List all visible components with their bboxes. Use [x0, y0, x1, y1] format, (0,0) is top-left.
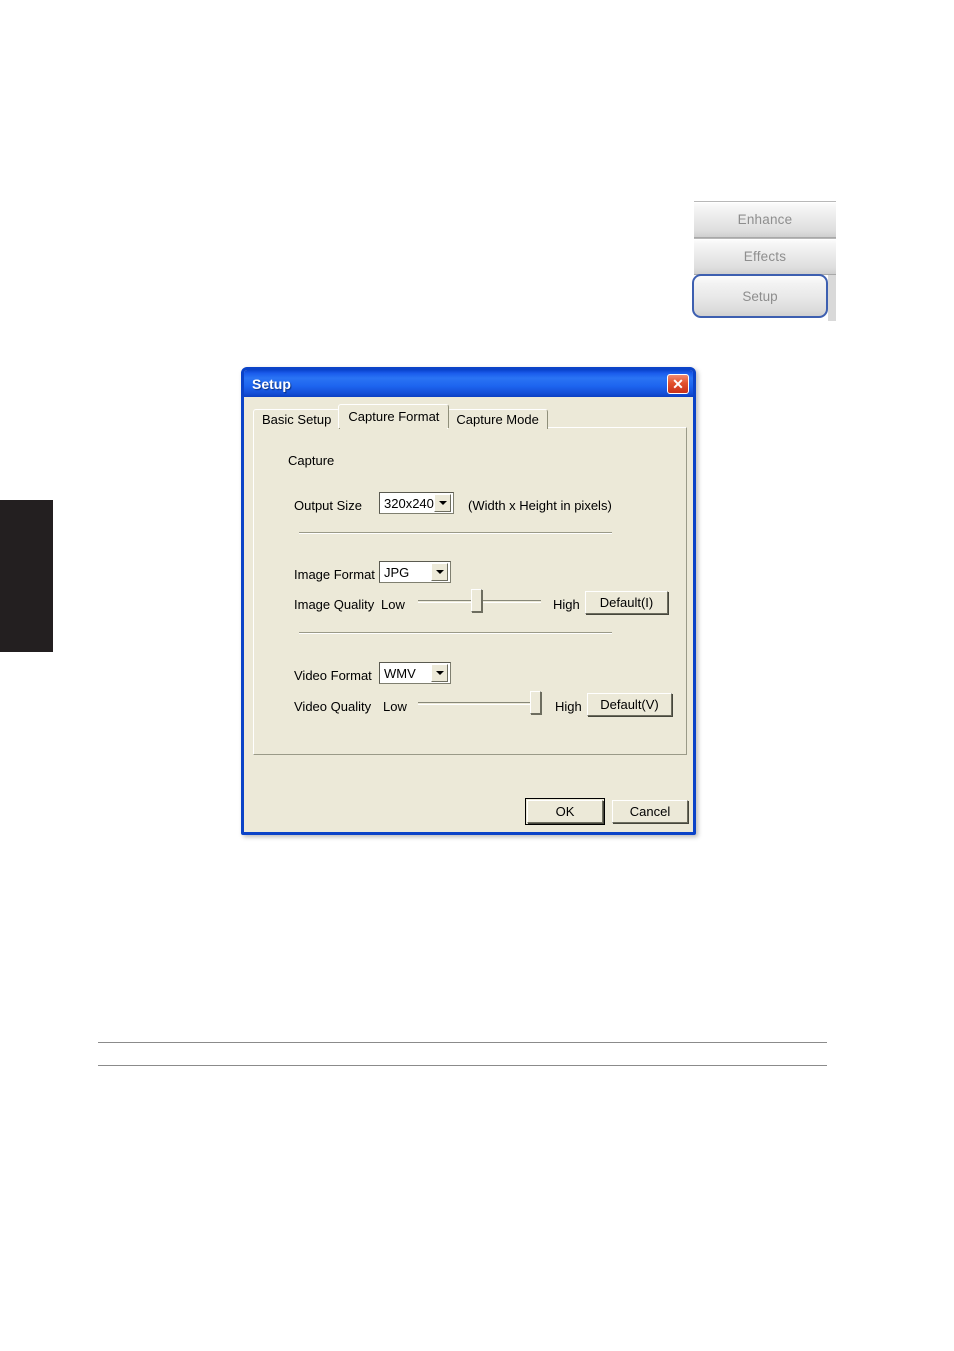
- capture-format-panel: Capture Output Size 320x240 (Width x Hei…: [253, 427, 687, 755]
- image-quality-slider[interactable]: [418, 589, 541, 613]
- image-quality-default-label: Default(I): [599, 595, 654, 610]
- video-quality-default-button[interactable]: Default(V): [587, 693, 672, 716]
- effects-button-label: Effects: [743, 249, 787, 264]
- dialog-titlebar: Setup ✕: [244, 370, 693, 397]
- output-size-combobox[interactable]: 320x240: [379, 492, 454, 514]
- dialog-title: Setup: [252, 375, 291, 392]
- video-quality-high-label: High: [555, 699, 582, 714]
- output-size-value: 320x240: [384, 495, 434, 511]
- video-format-value: WMV: [384, 665, 416, 681]
- tab-capture-mode[interactable]: Capture Mode: [447, 409, 548, 429]
- image-format-label: Image Format: [294, 567, 375, 582]
- page-rule-bottom: [98, 1065, 827, 1066]
- video-quality-slider[interactable]: [418, 691, 541, 715]
- enhance-button[interactable]: Enhance: [694, 201, 836, 238]
- close-icon-glyph: ✕: [672, 375, 684, 392]
- tab-basic-setup-label: Basic Setup: [262, 412, 332, 427]
- video-quality-label: Video Quality: [294, 699, 372, 714]
- video-quality-slider-track: [418, 702, 541, 705]
- video-quality-low-label: Low: [383, 699, 407, 714]
- video-format-combobox[interactable]: WMV: [379, 662, 451, 684]
- tab-capture-format[interactable]: Capture Format: [338, 404, 450, 428]
- cancel-button[interactable]: Cancel: [612, 800, 688, 823]
- ok-button-label: OK: [555, 804, 575, 819]
- image-format-combobox[interactable]: JPG: [379, 561, 451, 583]
- image-quality-default-button[interactable]: Default(I): [585, 591, 668, 614]
- enhance-button-label: Enhance: [737, 212, 793, 227]
- image-quality-low-label: Low: [381, 597, 405, 612]
- close-icon[interactable]: ✕: [667, 373, 689, 394]
- page-edge-marker: [0, 500, 53, 652]
- ok-button[interactable]: OK: [525, 798, 605, 825]
- video-format-label: Video Format: [294, 668, 372, 683]
- side-button-group: Enhance Effects: [694, 201, 836, 275]
- effects-button[interactable]: Effects: [694, 238, 836, 275]
- chevron-down-icon[interactable]: [431, 664, 448, 682]
- setup-button[interactable]: Setup: [692, 274, 828, 318]
- chevron-down-icon[interactable]: [431, 563, 448, 581]
- image-quality-label: Image Quality: [294, 597, 375, 612]
- video-quality-default-label: Default(V): [600, 697, 659, 712]
- setup-dialog: Setup ✕ Basic Setup Capture Format Captu…: [241, 367, 696, 835]
- tab-strip: Basic Setup Capture Format Capture Mode: [253, 404, 548, 429]
- image-quality-high-label: High: [553, 597, 580, 612]
- chevron-down-icon[interactable]: [434, 494, 451, 512]
- separator-1: [299, 532, 612, 534]
- page-rule-top: [98, 1042, 827, 1043]
- video-quality-slider-thumb[interactable]: [530, 691, 541, 714]
- tab-capture-mode-label: Capture Mode: [456, 412, 539, 427]
- capture-group-label: Capture: [288, 453, 335, 468]
- output-size-hint: (Width x Height in pixels): [468, 498, 612, 513]
- image-quality-slider-thumb[interactable]: [471, 589, 482, 612]
- output-size-label: Output Size: [294, 498, 362, 513]
- image-format-value: JPG: [384, 564, 410, 580]
- cancel-button-label: Cancel: [629, 804, 671, 819]
- separator-2: [299, 632, 612, 634]
- tab-basic-setup[interactable]: Basic Setup: [253, 409, 341, 429]
- tab-capture-format-label: Capture Format: [348, 409, 440, 424]
- setup-button-label: Setup: [742, 288, 778, 304]
